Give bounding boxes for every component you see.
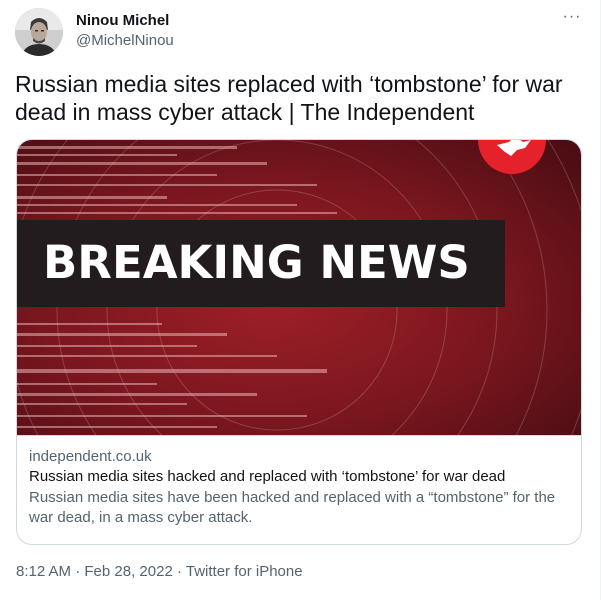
tweet-text: Russian media sites replaced with ‘tombs… [15, 71, 563, 125]
tweet: Ninou Michel @MichelNinou ··· Russian me… [0, 0, 601, 600]
separator: · [172, 563, 186, 580]
tweet-date[interactable]: Feb 28, 2022 [84, 563, 172, 580]
more-options-icon[interactable]: ··· [560, 9, 584, 30]
headline-text: BREAKING NEWS [43, 236, 470, 289]
avatar[interactable] [15, 8, 63, 56]
tweet-footer: 8:12 AM · Feb 28, 2022 · Twitter for iPh… [16, 562, 303, 582]
card-domain: independent.co.uk [29, 448, 152, 465]
card-image: BREAKING NEWS [17, 140, 581, 435]
author-handle[interactable]: @MichelNinou [76, 31, 174, 51]
card-meta: independent.co.uk Russian media sites ha… [17, 435, 581, 544]
link-card[interactable]: BREAKING NEWS independent.co.uk Russian … [16, 139, 582, 545]
tweet-header: Ninou Michel @MichelNinou ··· [15, 8, 584, 58]
author-display-name[interactable]: Ninou Michel [76, 11, 174, 31]
tweet-time[interactable]: 8:12 AM [16, 563, 71, 580]
card-description: Russian media sites have been hacked and… [29, 489, 556, 526]
tweet-source[interactable]: Twitter for iPhone [186, 563, 303, 580]
author-names: Ninou Michel @MichelNinou [76, 11, 174, 51]
separator: · [71, 563, 85, 580]
profile-photo-icon [15, 8, 63, 56]
card-title: Russian media sites hacked and replaced … [29, 468, 506, 485]
